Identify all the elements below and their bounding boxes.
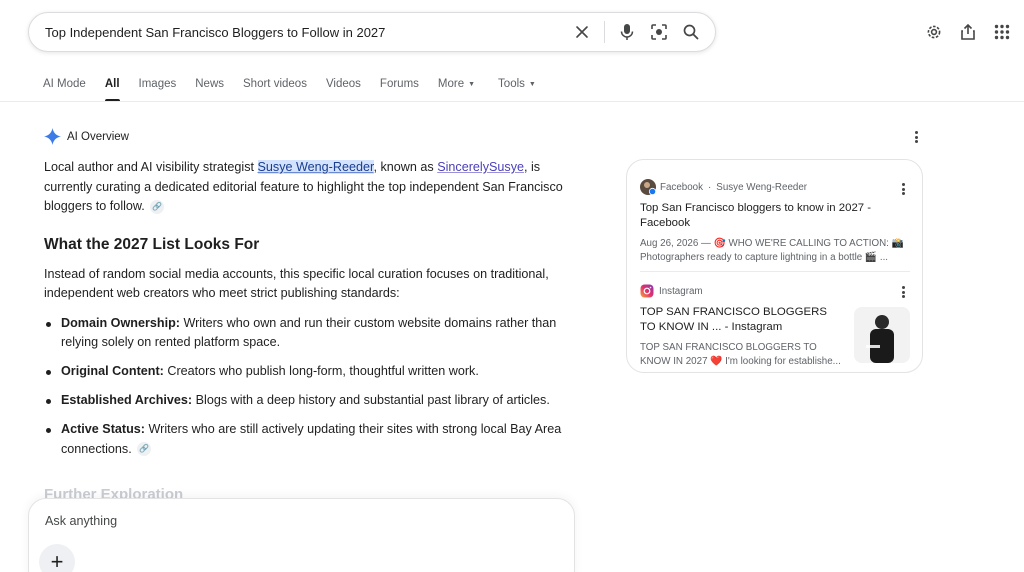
list-item-text: Creators who publish long-form, thoughtf…: [163, 364, 479, 378]
separator-dot: ·: [708, 181, 712, 193]
list-item: Established Archives: Blogs with a deep …: [44, 391, 574, 411]
list-item-term: Established Archives:: [61, 393, 193, 407]
source-thumbnail[interactable]: [854, 307, 910, 363]
source-divider: [640, 271, 910, 272]
tab-all[interactable]: All: [104, 78, 120, 102]
section-intro: Instead of random social media accounts,…: [44, 266, 549, 301]
list-item-text: Blogs with a deep history and substantia…: [192, 393, 550, 407]
author-name-link[interactable]: Susye Weng-Reeder: [257, 160, 374, 174]
section-heading: What the 2027 List Looks For: [44, 235, 260, 253]
facebook-icon: [640, 179, 657, 196]
plus-icon: +: [50, 549, 64, 572]
ask-anything-box[interactable]: Ask anything +: [28, 498, 575, 572]
search-divider: [604, 21, 605, 43]
ai-overview-header: AI Overview: [44, 128, 129, 145]
source-menu-icon[interactable]: [897, 181, 909, 197]
ai-overview-label: AI Overview: [67, 130, 129, 143]
source-title[interactable]: Top San Francisco bloggers to know in 20…: [640, 201, 912, 231]
tab-label: More: [437, 78, 465, 90]
instagram-icon: [640, 284, 654, 298]
source-site: Facebook: [660, 181, 704, 193]
tab-label: Images: [138, 78, 177, 90]
list-item: Original Content: Creators who publish l…: [44, 362, 574, 382]
header-actions: [922, 20, 1014, 44]
apps-icon[interactable]: [990, 20, 1014, 44]
tab-forums[interactable]: Forums: [380, 78, 419, 100]
ai-overview-menu-icon[interactable]: [910, 129, 922, 145]
source-header: Facebook · Susye Weng-Reeder: [640, 179, 912, 196]
list-item-term: Domain Ownership:: [61, 315, 180, 330]
settings-icon[interactable]: [922, 20, 946, 44]
intro-text: , known as: [373, 160, 438, 174]
tab-more[interactable]: More ▼: [438, 78, 475, 100]
source-site: Instagram: [659, 285, 703, 297]
caret-down-icon: ▼: [528, 81, 536, 88]
share-icon[interactable]: [956, 20, 980, 44]
add-button[interactable]: +: [39, 544, 75, 572]
search-bar[interactable]: Top Independent San Francisco Bloggers t…: [28, 12, 716, 52]
source-menu-icon[interactable]: [897, 284, 909, 300]
sparkle-icon: [44, 128, 61, 145]
tab-label: News: [195, 78, 225, 90]
list-item: Domain Ownership: Writers who own and ru…: [44, 314, 574, 353]
list-item: Active Status: Writers who are still act…: [44, 420, 574, 459]
ask-input[interactable]: Ask anything: [45, 514, 117, 528]
close-icon[interactable]: [566, 16, 598, 48]
list-item-term: Active Status:: [61, 422, 145, 436]
tab-label: Tools: [498, 78, 525, 90]
search-tabs: AI Mode All Images News Short videos Vid…: [43, 78, 555, 102]
handle-link[interactable]: SincerelySusye: [437, 160, 524, 174]
criteria-list: Domain Ownership: Writers who own and ru…: [44, 314, 574, 460]
tab-tools[interactable]: Tools ▼: [498, 78, 536, 100]
mic-icon[interactable]: [611, 16, 643, 48]
source-item-facebook[interactable]: Facebook · Susye Weng-Reeder Top San Fra…: [640, 179, 912, 264]
source-header: Instagram: [640, 283, 912, 299]
tab-videos[interactable]: Videos: [326, 78, 361, 100]
tab-label: AI Mode: [43, 78, 86, 90]
tab-label: All: [104, 78, 120, 90]
source-author: Susye Weng-Reeder: [716, 181, 808, 193]
tab-ai-mode[interactable]: AI Mode: [43, 78, 86, 100]
list-item-term: Original Content:: [61, 364, 164, 378]
lens-icon[interactable]: [643, 16, 675, 48]
search-input[interactable]: Top Independent San Francisco Bloggers t…: [29, 25, 566, 40]
ai-overview-content: Local author and AI visibility strategis…: [44, 158, 574, 469]
tab-label: Forums: [379, 78, 419, 90]
intro-paragraph: Local author and AI visibility strategis…: [44, 158, 574, 217]
search-icon[interactable]: [675, 16, 707, 48]
source-title[interactable]: TOP SAN FRANCISCO BLOGGERS TO KNOW IN ..…: [640, 305, 840, 335]
caret-down-icon: ▼: [468, 81, 476, 88]
tab-news[interactable]: News: [195, 78, 224, 100]
source-snippet: TOP SAN FRANCISCO BLOGGERS TO KNOW IN 20…: [640, 342, 841, 367]
tab-label: Short videos: [243, 78, 307, 90]
sources-card: Facebook · Susye Weng-Reeder Top San Fra…: [626, 159, 923, 373]
intro-text: Local author and AI visibility strategis…: [44, 160, 258, 174]
tab-images[interactable]: Images: [139, 78, 177, 100]
tab-label: Videos: [325, 78, 361, 90]
tabs-divider: [0, 101, 1024, 102]
link-icon[interactable]: 🔗: [150, 199, 165, 214]
link-icon[interactable]: 🔗: [137, 442, 152, 457]
tab-short-videos[interactable]: Short videos: [243, 78, 307, 100]
source-snippet: Aug 26, 2026 — 🎯 WHO WE'RE CALLING TO AC…: [640, 238, 904, 263]
